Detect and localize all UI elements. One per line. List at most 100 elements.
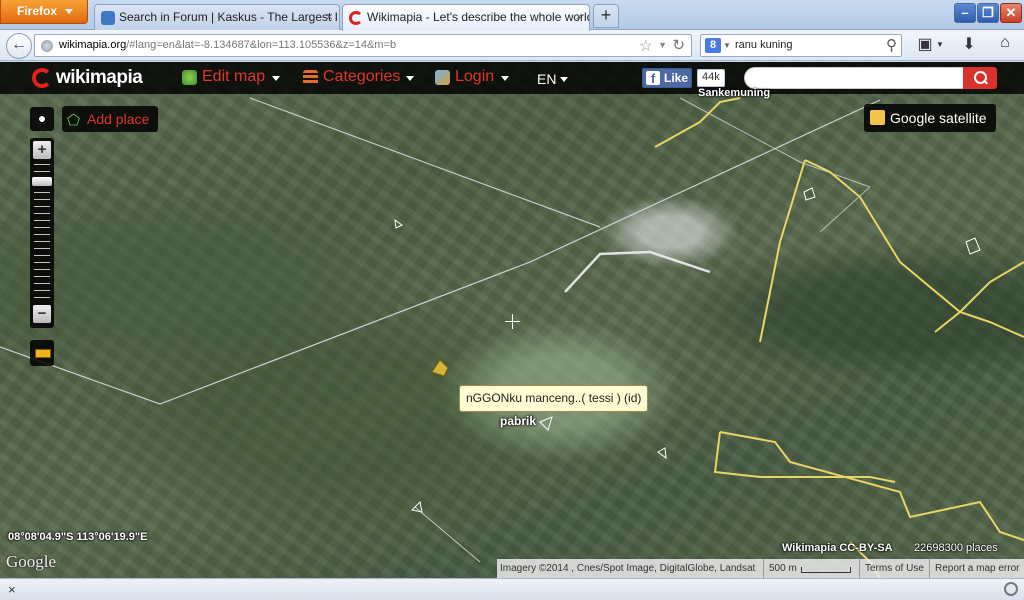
plus-icon: + — [600, 5, 612, 25]
chevron-down-icon[interactable]: ▼ — [723, 41, 731, 50]
place-label-pabrik[interactable]: pabrik — [500, 414, 536, 428]
wikimapia-favicon-icon — [349, 11, 363, 25]
zoom-in-button[interactable]: + — [33, 141, 51, 159]
minimize-icon: – — [961, 5, 969, 20]
yellow-boundary — [804, 159, 1024, 338]
chevron-down-icon — [560, 77, 568, 82]
add-place-button[interactable]: ⬠ Add place — [62, 106, 158, 132]
zoom-slider-handle[interactable] — [32, 176, 52, 186]
chevron-down-icon[interactable]: ▼ — [936, 40, 944, 62]
addon-bar-icon[interactable] — [1004, 582, 1018, 596]
place-outline[interactable] — [394, 218, 403, 229]
new-tab-button[interactable]: + — [593, 4, 619, 28]
search-bar[interactable]: 8 ▼ ranu kuning ⚲ — [700, 34, 902, 57]
map-search-input[interactable] — [744, 67, 964, 89]
tab-title: Wikimapia - Let's describe the whole wor… — [367, 10, 590, 24]
tab-wikimapia[interactable]: Wikimapia - Let's describe the whole wor… — [342, 4, 590, 31]
google-logo[interactable]: Google — [6, 552, 56, 572]
edit-map-menu[interactable]: Edit map — [182, 68, 282, 90]
chevron-down-icon — [272, 76, 280, 81]
divider — [929, 559, 930, 578]
map-type-label: Google satellite — [890, 110, 987, 126]
place-outline[interactable] — [803, 187, 816, 201]
status-bar: × — [0, 578, 1024, 600]
download-icon[interactable]: ⬇ — [958, 34, 980, 56]
scale-label: 500 m — [769, 563, 797, 574]
cursor-coordinates: 08°08'04.9"S 113°06'19.9"E — [8, 531, 148, 543]
place-marker[interactable] — [431, 359, 449, 377]
language-label: EN — [537, 71, 557, 87]
boundary-line — [0, 99, 881, 405]
chevron-down-icon — [65, 9, 73, 14]
browser-title-bar: Firefox Search in Forum | Kaskus - The L… — [0, 0, 1024, 31]
google-maps-icon — [870, 110, 885, 125]
history-dropdown-icon[interactable]: ▼ — [658, 40, 667, 50]
place-outline[interactable] — [657, 447, 667, 460]
license-label[interactable]: Wikimapia CC-BY-SA — [782, 542, 893, 554]
back-arrow-icon: ← — [11, 36, 27, 53]
close-icon: ✕ — [1005, 5, 1017, 20]
terms-link[interactable]: Terms of Use — [865, 563, 924, 574]
star-icon[interactable]: ☆ — [639, 36, 653, 56]
place-count: 22698300 places — [914, 542, 998, 554]
firefox-menu-label: Firefox — [17, 4, 58, 18]
like-count: 44k — [697, 69, 725, 87]
boundary-line — [414, 506, 481, 563]
minimize-button[interactable]: – — [954, 3, 976, 23]
tab-kaskus[interactable]: Search in Forum | Kaskus - The Largest I… — [94, 4, 340, 30]
like-label: Like — [664, 71, 689, 85]
boundary-line — [249, 97, 601, 228]
search-input[interactable]: ranu kuning — [735, 39, 793, 51]
language-selector[interactable]: EN — [537, 71, 568, 87]
restore-button[interactable]: ❐ — [977, 3, 999, 23]
report-error-link[interactable]: Report a map error — [935, 563, 1019, 574]
place-label-sankemuning[interactable]: Sankemuning — [698, 87, 770, 99]
map-viewport[interactable]: wikimapia Edit map Categories Login EN f… — [0, 62, 1024, 578]
my-location-button[interactable] — [30, 107, 54, 131]
chevron-down-icon — [406, 76, 414, 81]
facebook-icon: f — [646, 71, 660, 86]
search-button[interactable] — [963, 67, 997, 89]
place-outline[interactable] — [410, 500, 423, 513]
login-menu[interactable]: Login — [435, 68, 510, 90]
categories-menu[interactable]: Categories — [303, 68, 415, 90]
window-close-button[interactable]: ✕ — [1000, 3, 1022, 23]
add-place-label: Add place — [87, 111, 150, 127]
wikimapia-toolbar: wikimapia Edit map Categories Login EN f… — [0, 62, 1024, 94]
attribution-bar: Imagery ©2014 , Cnes/Spot Image, Digital… — [497, 559, 1024, 578]
place-outline[interactable] — [539, 416, 553, 431]
home-icon[interactable]: ⌂ — [994, 34, 1016, 56]
place-outline[interactable] — [965, 237, 981, 255]
yellow-boundary — [759, 159, 806, 343]
bookmarks-menu-icon[interactable]: ▣ — [914, 34, 936, 56]
reload-icon[interactable]: ↻ — [672, 36, 685, 54]
url-path: /#lang=en&lat=-8.134687&lon=113.105536&z… — [126, 39, 397, 51]
ruler-button[interactable] — [30, 340, 54, 366]
firefox-menu-button[interactable]: Firefox — [0, 0, 88, 24]
zoom-out-button[interactable]: − — [33, 305, 51, 323]
imagery-attribution: Imagery ©2014 , Cnes/Spot Image, Digital… — [500, 563, 756, 574]
address-bar[interactable]: wikimapia.org/#lang=en&lat=-8.134687&lon… — [34, 34, 692, 57]
map-type-selector[interactable]: Google satellite — [864, 104, 996, 132]
road-line — [564, 250, 711, 293]
chevron-down-icon — [501, 76, 509, 81]
login-label: Login — [455, 68, 495, 85]
yellow-boundary — [934, 261, 1024, 333]
plus-icon: + — [37, 141, 47, 158]
back-button[interactable]: ← — [6, 33, 32, 59]
facebook-like-button[interactable]: f Like — [642, 68, 692, 88]
minus-icon: − — [37, 305, 47, 322]
site-identity-icon[interactable] — [41, 40, 53, 52]
place-tooltip: nGGONku manceng..( tessi ) (id) — [459, 385, 649, 412]
yellow-boundary — [654, 97, 741, 148]
scale-bar — [801, 567, 851, 573]
close-tab-icon[interactable]: × — [325, 9, 333, 24]
categories-icon — [303, 70, 318, 85]
edit-map-label: Edit map — [202, 68, 266, 85]
close-tab-icon[interactable]: × — [575, 9, 583, 24]
search-icon[interactable]: ⚲ — [886, 36, 897, 54]
kaskus-favicon-icon — [101, 11, 115, 25]
wikimapia-logo-icon — [32, 68, 52, 88]
close-icon[interactable]: × — [8, 582, 16, 597]
google-search-engine-icon[interactable]: 8 — [705, 38, 721, 53]
